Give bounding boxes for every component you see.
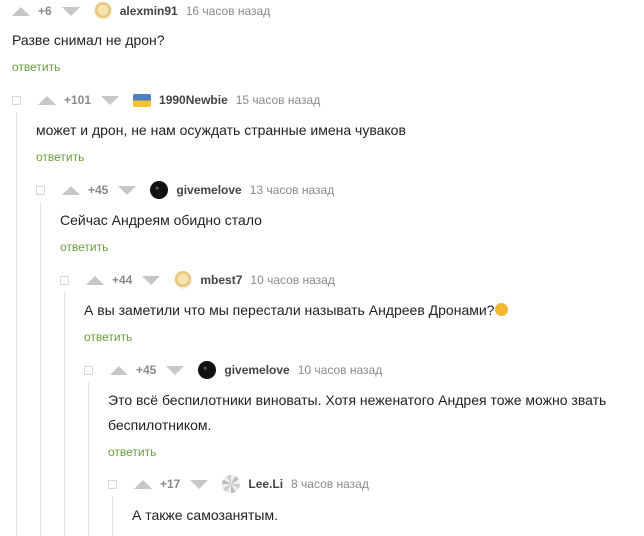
downvote-arrow-icon[interactable] <box>61 6 80 16</box>
thread-line-1 <box>16 112 17 536</box>
downvote-arrow-icon[interactable] <box>166 365 185 375</box>
comment-text: А также самозанятым. <box>132 507 278 523</box>
comment-text-line-2: беспилотником. <box>108 417 212 433</box>
reply-link[interactable]: ответить <box>108 445 156 459</box>
username[interactable]: givemelove <box>176 183 241 197</box>
reply-link[interactable]: ответить <box>36 150 84 164</box>
timestamp: 8 часов назад <box>291 477 369 491</box>
comment-text: может и дрон, не нам осуждать странные и… <box>36 122 406 138</box>
comment-text: Сейчас Андреям обидно стало <box>60 212 262 228</box>
thread-line-3 <box>64 292 65 536</box>
comment-header: +45 givemelove 10 часов назад <box>84 359 382 381</box>
username[interactable]: alexmin91 <box>120 4 178 18</box>
avatar[interactable] <box>198 361 217 379</box>
username[interactable]: 1990Newbie <box>159 93 228 107</box>
collapse-square-icon[interactable] <box>12 95 21 105</box>
timestamp: 10 часов назад <box>297 363 383 377</box>
thinking-face-icon <box>495 303 509 316</box>
downvote-arrow-icon[interactable] <box>142 275 161 285</box>
comment-text: Разве снимал не дрон? <box>12 32 165 48</box>
downvote-arrow-icon[interactable] <box>118 185 137 195</box>
avatar[interactable] <box>174 271 193 289</box>
timestamp: 15 часов назад <box>235 93 321 107</box>
comment-rating: +17 <box>160 477 181 491</box>
comment-header: +44 mbest7 10 часов назад <box>60 269 335 291</box>
username[interactable]: givemelove <box>224 363 289 377</box>
comment-header: +17 Lee.Li 8 часов назад <box>108 473 369 495</box>
avatar[interactable] <box>133 93 152 107</box>
comment-text: А вы заметили что мы перестали называть … <box>84 298 509 323</box>
timestamp: 13 часов назад <box>249 183 335 197</box>
thread-line-2 <box>40 202 41 536</box>
downvote-arrow-icon[interactable] <box>101 95 120 105</box>
username[interactable]: mbest7 <box>200 273 242 287</box>
thread-line-4 <box>88 382 89 536</box>
username[interactable]: Lee.Li <box>248 477 283 491</box>
downvote-arrow-icon[interactable] <box>190 479 209 489</box>
upvote-arrow-icon[interactable] <box>38 95 56 105</box>
upvote-arrow-icon[interactable] <box>86 275 104 285</box>
reply-link[interactable]: ответить <box>84 330 132 344</box>
avatar[interactable] <box>93 2 112 20</box>
collapse-square-icon[interactable] <box>108 479 117 489</box>
collapse-square-icon[interactable] <box>36 185 45 195</box>
comment-header: +6 alexmin91 16 часов назад <box>12 0 270 22</box>
thread-line-5 <box>112 496 113 536</box>
collapse-square-icon[interactable] <box>60 275 69 285</box>
comment-rating: +45 <box>88 183 109 197</box>
comment-text-body: А вы заметили что мы перестали называть … <box>84 302 495 318</box>
upvote-arrow-icon[interactable] <box>62 185 80 195</box>
timestamp: 16 часов назад <box>185 4 271 18</box>
comment-text: Это всё беспилотники виноваты. Хотя неже… <box>108 388 606 438</box>
timestamp: 10 часов назад <box>250 273 335 287</box>
comment-header: +101 1990Newbie 15 часов назад <box>12 89 320 111</box>
upvote-arrow-icon[interactable] <box>12 6 30 16</box>
reply-link[interactable]: ответить <box>60 240 108 254</box>
comment-rating: +101 <box>64 93 92 107</box>
upvote-arrow-icon[interactable] <box>110 365 128 375</box>
comment-header: +45 givemelove 13 часов назад <box>36 179 334 201</box>
comment-text-line-1: Это всё беспилотники виноваты. Хотя неже… <box>108 392 607 408</box>
comment-rating: +6 <box>38 4 52 18</box>
reply-link[interactable]: ответить <box>12 60 60 74</box>
upvote-arrow-icon[interactable] <box>134 479 152 489</box>
collapse-square-icon[interactable] <box>84 365 93 375</box>
avatar[interactable] <box>150 181 169 199</box>
comment-rating: +44 <box>112 273 133 287</box>
avatar[interactable] <box>222 475 241 493</box>
comment-rating: +45 <box>136 363 157 377</box>
